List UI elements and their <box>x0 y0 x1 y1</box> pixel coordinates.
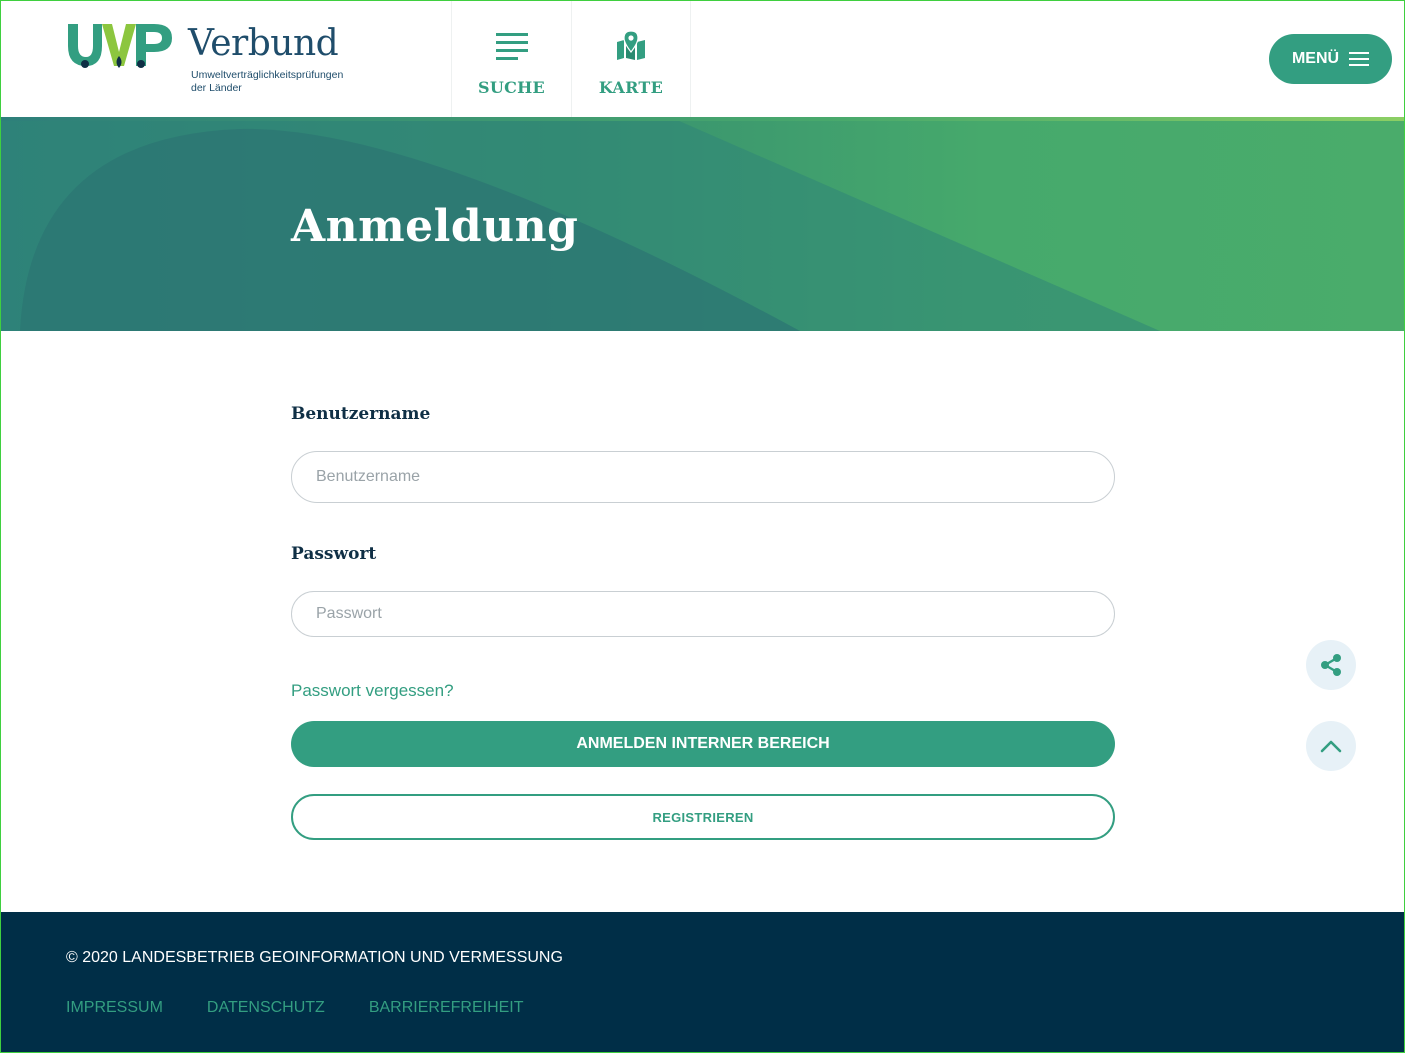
scroll-to-top-button[interactable] <box>1306 721 1356 771</box>
list-icon <box>495 33 528 60</box>
menu-button[interactable]: MENÜ <box>1269 34 1392 84</box>
username-input[interactable] <box>291 451 1115 503</box>
hero-banner: Anmeldung <box>0 117 1405 331</box>
nav-item-search[interactable]: SUCHE <box>451 0 571 117</box>
uvp-verbund-logo[interactable]: Verbund Umweltverträglichkeitsprüfungen … <box>66 22 366 97</box>
login-button[interactable]: ANMELDEN INTERNER BEREICH <box>291 721 1115 767</box>
footer-links: IMPRESSUM DATENSCHUTZ BARRIEREFREIHEIT <box>66 999 524 1017</box>
register-button[interactable]: REGISTRIEREN <box>291 794 1115 840</box>
copyright-text: © 2020 LANDESBETRIEB GEOINFORMATION UND … <box>66 949 563 966</box>
logo-subtitle-line2: der Länder <box>191 82 242 94</box>
nav-item-map[interactable]: KARTE <box>571 0 691 117</box>
password-label: Passwort <box>291 544 377 564</box>
site-header: Verbund Umweltverträglichkeitsprüfungen … <box>0 0 1405 117</box>
menu-button-label: MENÜ <box>1291 50 1340 67</box>
nav-label-map: KARTE <box>598 78 664 97</box>
hero-top-accent <box>0 117 1405 121</box>
logo-subtitle-line1: Umweltverträglichkeitsprüfungen <box>191 69 344 81</box>
password-input[interactable] <box>291 591 1115 637</box>
uvp-logo-mark <box>68 24 172 68</box>
hamburger-icon <box>1349 52 1370 66</box>
share-button[interactable] <box>1306 640 1356 690</box>
chevron-up-icon <box>1320 740 1342 753</box>
footer-link-impressum[interactable]: IMPRESSUM <box>66 999 163 1017</box>
logo-subtitle: Umweltverträglichkeitsprüfungen der Länd… <box>191 69 343 95</box>
footer-link-datenschutz[interactable]: DATENSCHUTZ <box>207 999 325 1017</box>
username-label: Benutzername <box>291 404 431 424</box>
page-title: Anmeldung <box>291 201 579 252</box>
site-footer: © 2020 LANDESBETRIEB GEOINFORMATION UND … <box>0 912 1405 1053</box>
nav-label-search: SUCHE <box>477 78 546 97</box>
hero-background-shape <box>0 117 1160 331</box>
map-pin-icon <box>617 30 645 60</box>
logo-wordmark: Verbund <box>188 23 339 64</box>
forgot-password-link[interactable]: Passwort vergessen? <box>291 681 454 701</box>
footer-link-barrierefreiheit[interactable]: BARRIEREFREIHEIT <box>369 999 524 1017</box>
share-icon <box>1321 654 1341 676</box>
